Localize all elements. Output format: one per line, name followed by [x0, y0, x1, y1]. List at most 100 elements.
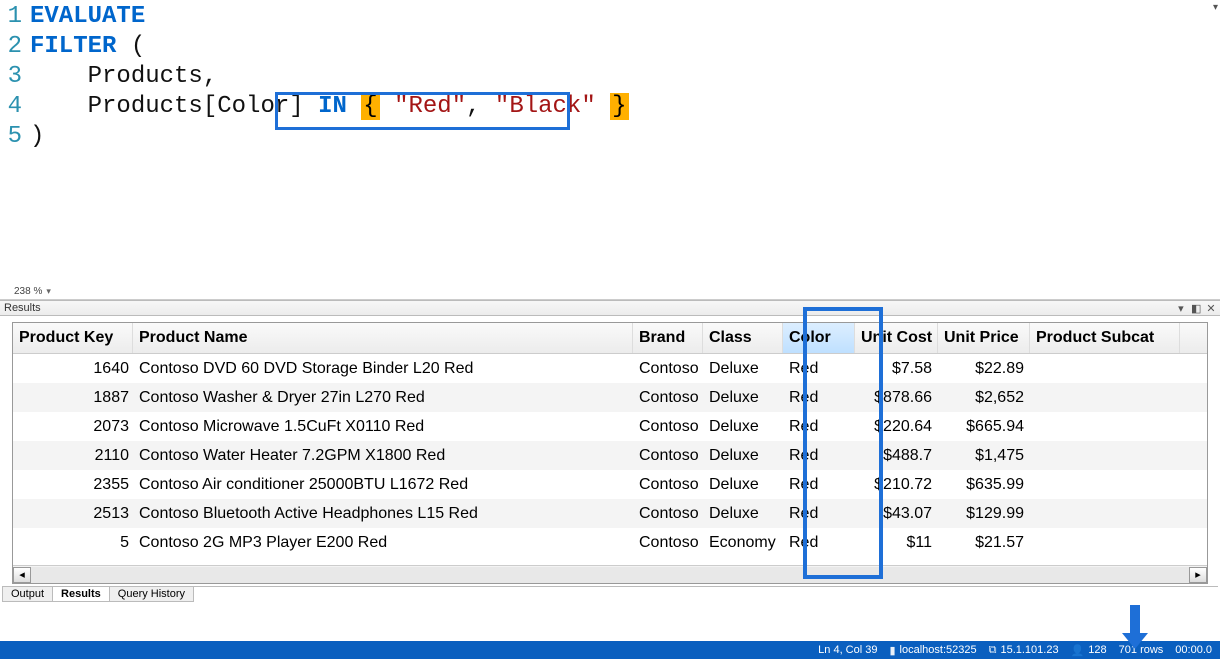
cell: Contoso	[633, 474, 703, 496]
cell: Red	[783, 358, 855, 380]
status-bar: Ln 4, Col 39 ▮ localhost:52325 ⧉ 15.1.10…	[0, 641, 1220, 659]
horizontal-scrollbar[interactable]: ◂ ▸	[13, 565, 1207, 583]
cell: Contoso	[633, 445, 703, 467]
line-number: 5	[0, 122, 30, 152]
column-header[interactable]: Product Subcat	[1030, 323, 1180, 353]
user-icon: 👤	[1071, 644, 1085, 657]
cell: $129.99	[938, 503, 1030, 525]
column-header[interactable]: Class	[703, 323, 783, 353]
cell	[1030, 425, 1180, 429]
table-row[interactable]: 2513Contoso Bluetooth Active Headphones …	[13, 499, 1207, 528]
status-server: ▮ localhost:52325	[889, 644, 976, 657]
cell: 1887	[13, 387, 133, 409]
cell: $488.7	[855, 445, 938, 467]
cell: $220.64	[855, 416, 938, 438]
code-text[interactable]: Products,	[30, 62, 217, 92]
results-panel-header: Results ▾ ◧ ✕	[0, 300, 1220, 316]
editor-scroll-hint: ▾	[1213, 2, 1218, 13]
table-row[interactable]: 2073Contoso Microwave 1.5CuFt X0110 RedC…	[13, 412, 1207, 441]
column-header[interactable]: Product Name	[133, 323, 633, 353]
cell: $43.07	[855, 503, 938, 525]
cell: Red	[783, 532, 855, 554]
close-icon[interactable]: ✕	[1206, 302, 1216, 315]
table-row[interactable]: 5Contoso 2G MP3 Player E200 RedContosoEc…	[13, 528, 1207, 557]
cell: 2110	[13, 445, 133, 467]
pin-icon[interactable]: ▾	[1176, 302, 1186, 315]
cell: Contoso Water Heater 7.2GPM X1800 Red	[133, 445, 633, 467]
cell: $665.94	[938, 416, 1030, 438]
cell: Contoso Microwave 1.5CuFt X0110 Red	[133, 416, 633, 438]
status-users: 👤 128	[1071, 644, 1107, 657]
cell: Red	[783, 474, 855, 496]
cell: Deluxe	[703, 387, 783, 409]
table-row[interactable]: 1640Contoso DVD 60 DVD Storage Binder L2…	[13, 354, 1207, 383]
cell: Red	[783, 387, 855, 409]
status-time: 00:00.0	[1175, 644, 1212, 656]
cell: 2355	[13, 474, 133, 496]
code-editor[interactable]: ▾ 1EVALUATE2FILTER (3 Products,4 Product…	[0, 0, 1220, 300]
cell	[1030, 541, 1180, 545]
cell: Contoso Washer & Dryer 27in L270 Red	[133, 387, 633, 409]
cell: Red	[783, 416, 855, 438]
cell: Contoso	[633, 358, 703, 380]
cell	[1030, 483, 1180, 487]
code-text[interactable]: Products[Color] IN { "Red", "Black" }	[30, 92, 629, 122]
cell: $210.72	[855, 474, 938, 496]
bottom-tab-strip[interactable]: OutputResultsQuery History	[2, 586, 1218, 602]
code-text[interactable]: EVALUATE	[30, 2, 145, 32]
zoom-value: 238 %	[14, 286, 42, 297]
tab-query-history[interactable]: Query History	[109, 587, 194, 602]
tab-output[interactable]: Output	[2, 587, 53, 602]
cell: Deluxe	[703, 503, 783, 525]
cell: Economy	[703, 532, 783, 554]
cell: 2513	[13, 503, 133, 525]
table-row[interactable]: 2110Contoso Water Heater 7.2GPM X1800 Re…	[13, 441, 1207, 470]
zoom-indicator[interactable]: 238 % ▾	[14, 286, 51, 297]
scroll-track[interactable]	[31, 567, 1189, 583]
scroll-left-button[interactable]: ◂	[13, 567, 31, 583]
code-line[interactable]: 4 Products[Color] IN { "Red", "Black" }	[0, 92, 1220, 122]
cell: $2,652	[938, 387, 1030, 409]
results-grid[interactable]: Product KeyProduct NameBrandClassColorUn…	[12, 322, 1208, 584]
cell: Deluxe	[703, 445, 783, 467]
code-line[interactable]: 1EVALUATE	[0, 2, 1220, 32]
dock-icon[interactable]: ◧	[1191, 302, 1201, 315]
cell: Contoso	[633, 387, 703, 409]
grid-body[interactable]: 1640Contoso DVD 60 DVD Storage Binder L2…	[13, 354, 1207, 565]
line-number: 4	[0, 92, 30, 122]
code-line[interactable]: 5)	[0, 122, 1220, 152]
column-header[interactable]: Product Key	[13, 323, 133, 353]
cell: 5	[13, 532, 133, 554]
chevron-down-icon: ▾	[46, 286, 51, 297]
column-header[interactable]: Color	[783, 323, 855, 353]
cell: 2073	[13, 416, 133, 438]
cell: $7.58	[855, 358, 938, 380]
table-row[interactable]: 2355Contoso Air conditioner 25000BTU L16…	[13, 470, 1207, 499]
cell: Contoso Bluetooth Active Headphones L15 …	[133, 503, 633, 525]
line-number: 3	[0, 62, 30, 92]
cell: Contoso	[633, 532, 703, 554]
cell: Red	[783, 503, 855, 525]
tab-results[interactable]: Results	[52, 587, 110, 602]
cell: Deluxe	[703, 358, 783, 380]
code-text[interactable]: FILTER (	[30, 32, 145, 62]
table-row[interactable]: 1887Contoso Washer & Dryer 27in L270 Red…	[13, 383, 1207, 412]
column-header[interactable]: Unit Cost	[855, 323, 938, 353]
cell: 1640	[13, 358, 133, 380]
status-cursor: Ln 4, Col 39	[818, 644, 877, 656]
code-text[interactable]: )	[30, 122, 44, 152]
line-number: 2	[0, 32, 30, 62]
code-line[interactable]: 2FILTER (	[0, 32, 1220, 62]
column-header[interactable]: Brand	[633, 323, 703, 353]
scroll-right-button[interactable]: ▸	[1189, 567, 1207, 583]
results-panel-title: Results	[4, 302, 41, 314]
code-line[interactable]: 3 Products,	[0, 62, 1220, 92]
grid-header[interactable]: Product KeyProduct NameBrandClassColorUn…	[13, 323, 1207, 354]
column-header[interactable]: Unit Price	[938, 323, 1030, 353]
status-version: ⧉ 15.1.101.23	[989, 644, 1059, 657]
cell: Contoso	[633, 416, 703, 438]
cell	[1030, 367, 1180, 371]
cell: Contoso Air conditioner 25000BTU L1672 R…	[133, 474, 633, 496]
cell: Red	[783, 445, 855, 467]
cell: Deluxe	[703, 474, 783, 496]
